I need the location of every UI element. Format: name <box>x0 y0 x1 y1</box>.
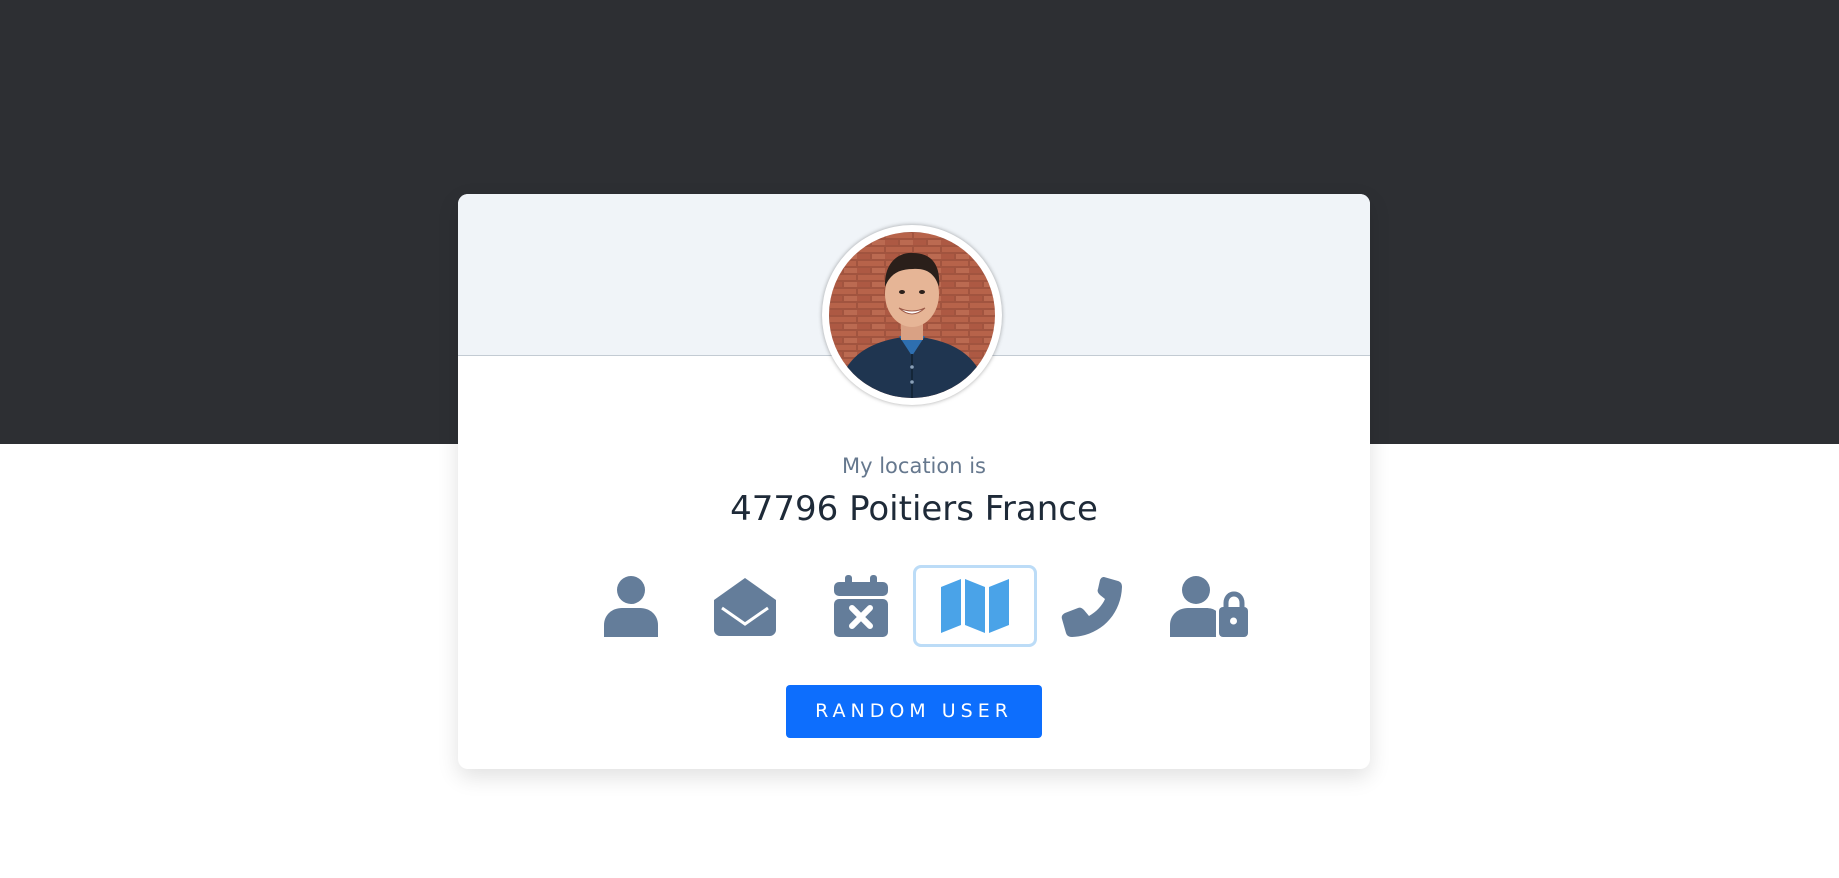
user-info-button[interactable] <box>569 565 693 647</box>
avatar <box>822 225 1002 405</box>
phone-icon <box>1061 577 1122 637</box>
birthday-info-button[interactable] <box>799 565 923 647</box>
phone-info-button[interactable] <box>1029 565 1153 647</box>
calendar-x-icon <box>834 575 888 637</box>
random-user-button[interactable]: RANDOM USER <box>786 685 1042 738</box>
location-info-button[interactable] <box>913 565 1037 647</box>
map-icon <box>941 579 1009 633</box>
envelope-open-icon <box>714 578 776 636</box>
info-value: 47796 Poitiers France <box>730 489 1098 529</box>
info-icon-bar <box>458 565 1370 651</box>
email-info-button[interactable] <box>683 565 807 647</box>
profile-card: My location is 47796 Poitiers France RAN… <box>458 194 1370 769</box>
avatar-photo <box>829 232 995 398</box>
user-lock-icon <box>1170 576 1248 637</box>
user-icon <box>604 576 658 637</box>
password-info-button[interactable] <box>1147 565 1271 647</box>
info-label: My location is <box>842 454 986 478</box>
